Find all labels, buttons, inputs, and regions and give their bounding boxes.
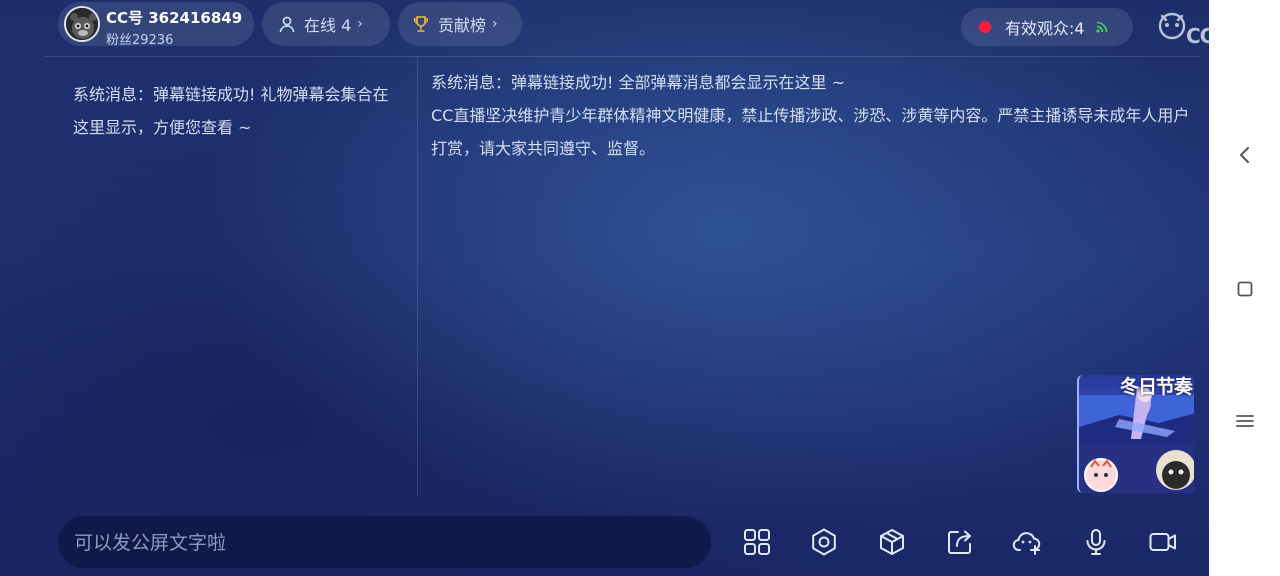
chevron-right-icon: › (357, 16, 363, 32)
anchor-avatar[interactable] (64, 6, 100, 42)
cube-icon (880, 529, 904, 555)
trophy-icon (413, 16, 429, 32)
effective-viewers-badge[interactable]: 有效观众:4 (961, 8, 1133, 46)
settings-icon (812, 528, 836, 556)
anchor-id: CC号 362416849 (106, 9, 243, 27)
chat-message-panel: 系统消息：弹幕链接成功! 全部弹幕消息都会显示在这里 ~ CC直播坚决维护青少年… (431, 66, 1191, 165)
platform-rules-message: CC直播坚决维护青少年群体精神文明健康，禁止传播涉政、涉恐、涉黄等内容。严禁主播… (431, 106, 1190, 158)
cc-live-logo: CC直播 (1156, 8, 1209, 48)
home-icon (1237, 281, 1253, 297)
online-count-label: 在线 4 (304, 16, 352, 35)
nav-back-button[interactable] (1233, 143, 1257, 167)
video-camera-button[interactable] (1147, 524, 1179, 560)
gift-box-button[interactable] (876, 524, 908, 560)
panel-divider (417, 57, 418, 497)
microphone-icon (1086, 529, 1106, 555)
follow-add-button[interactable] (1011, 524, 1043, 560)
live-indicator-dot (979, 21, 991, 33)
back-icon (1240, 147, 1249, 163)
gift-message-panel: 系统消息：弹幕链接成功! 礼物弹幕会集合在这里显示，方便您查看 ~ (73, 78, 403, 144)
chat-input-container (58, 516, 711, 570)
signal-icon (1095, 21, 1107, 33)
nav-home-button[interactable] (1233, 277, 1257, 301)
more-features-button[interactable] (741, 524, 773, 560)
event-banner-thumbnail[interactable]: 冬日节奏 (1077, 375, 1194, 493)
menu-icon (1236, 415, 1254, 427)
system-navigation-bar (1209, 0, 1280, 576)
video-camera-icon (1149, 533, 1176, 551)
chevron-right-icon: › (492, 16, 498, 32)
logo-text: CC直播 (1186, 24, 1209, 48)
anchor-fans-count: 粉丝29236 (106, 33, 174, 48)
grid-icon (744, 529, 770, 555)
voice-input-button[interactable] (1080, 524, 1112, 560)
header-divider (44, 56, 1200, 57)
share-icon (948, 530, 971, 554)
nav-menu-button[interactable] (1233, 409, 1257, 433)
anchor-info-pill[interactable]: CC号 362416849 粉丝29236 (58, 2, 254, 48)
online-count-button[interactable]: 在线 4 › (262, 2, 390, 46)
cc-mascot-icon (1158, 12, 1186, 40)
settings-button[interactable] (808, 524, 840, 560)
contribution-label: 贡献榜 (438, 16, 487, 35)
user-icon (279, 16, 295, 33)
event-banner-title: 冬日节奏 (1119, 376, 1193, 398)
contribution-ranking-button[interactable]: 贡献榜 › (398, 2, 522, 46)
share-button[interactable] (944, 524, 976, 560)
gift-system-message: 系统消息：弹幕链接成功! 礼物弹幕会集合在这里显示，方便您查看 ~ (73, 85, 389, 137)
chat-system-message: 系统消息：弹幕链接成功! 全部弹幕消息都会显示在这里 ~ (431, 73, 845, 92)
chat-input[interactable] (72, 516, 696, 570)
effective-viewers-label: 有效观众:4 (1005, 19, 1085, 38)
live-room-screen: CC号 362416849 粉丝29236 在线 4 › 贡献榜 › 有效观众:… (0, 0, 1209, 576)
cloud-add-icon (1012, 532, 1041, 555)
